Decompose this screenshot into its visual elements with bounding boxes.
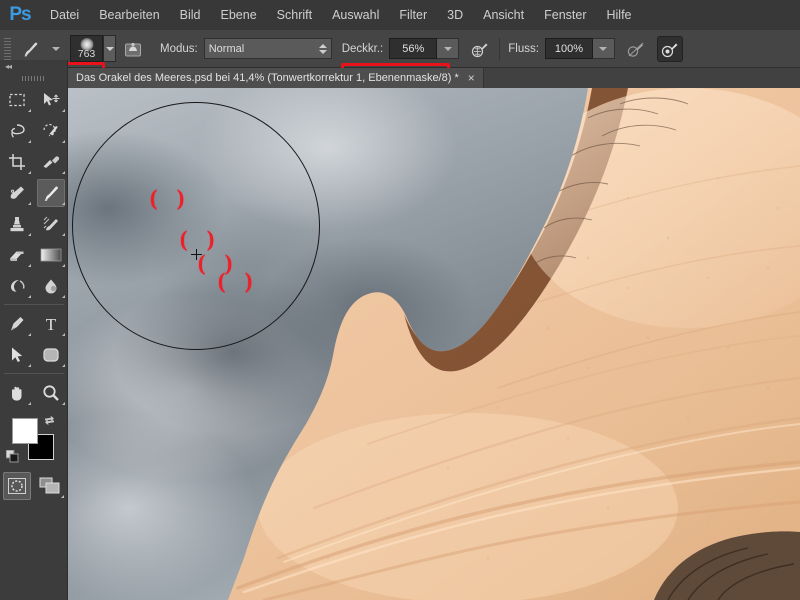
- opacity-dropdown-icon[interactable]: [437, 38, 460, 59]
- brush-size-value: 763: [77, 48, 96, 60]
- history-brush-icon: [37, 210, 65, 238]
- lasso-icon: [3, 117, 31, 145]
- tools-bottom-row: [0, 470, 67, 501]
- brush-preset-dropdown-icon[interactable]: [103, 35, 116, 62]
- default-colors-icon[interactable]: [5, 449, 19, 463]
- screen-mode-toggle[interactable]: [34, 470, 68, 501]
- sidebar-item-blur-tool[interactable]: [34, 270, 68, 301]
- sidebar-item-healing-brush-tool[interactable]: [0, 177, 34, 208]
- brush-panel-toggle-icon[interactable]: [116, 30, 150, 68]
- zoom-icon: [37, 379, 65, 407]
- menu-item-hilfe[interactable]: Hilfe: [597, 0, 642, 30]
- options-bar: 763 Modus: Normal Deckkr.: 56% Fluss: 10…: [0, 30, 800, 94]
- tools-divider-2: [4, 373, 64, 374]
- annotation-mark: ( ): [180, 226, 222, 251]
- airbrush-pressure-icon[interactable]: [467, 36, 493, 62]
- quick-selection-icon: [37, 117, 65, 145]
- flow-value[interactable]: 100%: [544, 38, 593, 59]
- rectangular-marquee-icon: [3, 86, 31, 114]
- shape-icon: [37, 341, 65, 369]
- clone-stamp-icon: [3, 210, 31, 238]
- mode-value: Normal: [208, 42, 245, 55]
- sidebar-item-brush-tool[interactable]: [34, 177, 68, 208]
- color-swatches: [0, 412, 68, 470]
- airbrush-on-icon[interactable]: [656, 35, 683, 62]
- tools-panel-gripper[interactable]: [0, 72, 67, 84]
- mode-spinner-icon[interactable]: [318, 43, 327, 54]
- type-icon: T: [37, 310, 65, 338]
- tools-panel: ◂◂ T: [0, 60, 68, 600]
- sidebar-item-eyedropper-tool[interactable]: [34, 146, 68, 177]
- flow-control[interactable]: 100%: [544, 38, 615, 59]
- image-canvas[interactable]: ( ) ( ) ( ) ( ): [68, 88, 800, 600]
- sidebar-item-lasso-tool[interactable]: [0, 115, 34, 146]
- menu-bar: Ps Datei Bearbeiten Bild Ebene Schrift A…: [0, 0, 800, 30]
- menu-item-auswahl[interactable]: Auswahl: [322, 0, 389, 30]
- menu-item-ebene[interactable]: Ebene: [211, 0, 267, 30]
- menu-item-ansicht[interactable]: Ansicht: [473, 0, 534, 30]
- close-icon[interactable]: ×: [468, 72, 475, 84]
- blur-icon: [37, 272, 65, 300]
- menu-item-filter[interactable]: Filter: [389, 0, 437, 30]
- sidebar-item-type-tool[interactable]: T: [34, 308, 68, 339]
- swap-colors-icon[interactable]: [43, 414, 56, 430]
- sidebar-item-clone-stamp-tool[interactable]: [0, 208, 34, 239]
- sidebar-item-dodge-tool[interactable]: [0, 270, 34, 301]
- quick-mask-icon: [2, 471, 31, 500]
- tools-divider: [4, 304, 64, 305]
- eyedropper-icon: [37, 148, 65, 176]
- menu-item-bild[interactable]: Bild: [170, 0, 211, 30]
- path-selection-icon: [3, 341, 31, 369]
- sidebar-item-history-brush-tool[interactable]: [34, 208, 68, 239]
- menu-item-fenster[interactable]: Fenster: [534, 0, 596, 30]
- hand-icon: [3, 379, 31, 407]
- eraser-icon: [3, 241, 31, 269]
- svg-text:T: T: [46, 315, 57, 334]
- mode-label: Modus:: [160, 42, 198, 55]
- sidebar-item-pen-tool[interactable]: [0, 308, 34, 339]
- menu-item-3d[interactable]: 3D: [437, 0, 473, 30]
- menu-item-datei[interactable]: Datei: [40, 0, 89, 30]
- options-divider: [499, 37, 501, 60]
- collapse-panel-icon[interactable]: ◂◂: [0, 60, 67, 72]
- annotation-mark: ( ): [150, 185, 192, 210]
- gradient-icon: [37, 241, 65, 269]
- document-tab[interactable]: Das Orakel des Meeres.psd bei 41,4% (Ton…: [68, 68, 484, 88]
- flow-label: Fluss:: [508, 42, 539, 55]
- foreground-color-swatch[interactable]: [12, 418, 38, 444]
- flow-dropdown-icon[interactable]: [592, 38, 615, 59]
- document-tab-title: Das Orakel des Meeres.psd bei 41,4% (Ton…: [76, 72, 459, 84]
- menu-item-bearbeiten[interactable]: Bearbeiten: [89, 0, 169, 30]
- move-icon: [37, 86, 65, 114]
- quick-mask-toggle[interactable]: [0, 470, 34, 501]
- photoshop-window: Ps Datei Bearbeiten Bild Ebene Schrift A…: [0, 0, 800, 600]
- sidebar-item-eraser-tool[interactable]: [0, 239, 34, 270]
- crop-icon: [3, 148, 31, 176]
- brush-icon: [37, 178, 65, 207]
- opacity-value[interactable]: 56%: [389, 38, 438, 59]
- menu-item-schrift[interactable]: Schrift: [267, 0, 322, 30]
- healing-brush-icon: [3, 179, 31, 207]
- sidebar-item-path-selection-tool[interactable]: [0, 339, 34, 370]
- photoshop-logo: Ps: [9, 4, 31, 25]
- tools-grid: T: [0, 84, 68, 408]
- sidebar-item-shape-tool[interactable]: [34, 339, 68, 370]
- annotation-mark: ( ): [218, 268, 260, 293]
- sidebar-item-hand-tool[interactable]: [0, 377, 34, 408]
- brush-preset-picker[interactable]: 763: [70, 35, 103, 62]
- sidebar-item-zoom-tool[interactable]: [34, 377, 68, 408]
- airbrush-off-icon[interactable]: [623, 36, 649, 62]
- opacity-control[interactable]: 56%: [389, 38, 460, 59]
- pen-icon: [3, 310, 31, 338]
- sidebar-item-gradient-tool[interactable]: [34, 239, 68, 270]
- sidebar-item-move-tool[interactable]: [34, 84, 68, 115]
- document-tab-bar: Das Orakel des Meeres.psd bei 41,4% (Ton…: [0, 68, 800, 88]
- dodge-icon: [3, 272, 31, 300]
- sidebar-item-quick-selection-tool[interactable]: [34, 115, 68, 146]
- opacity-label: Deckkr.:: [341, 42, 384, 55]
- sidebar-item-crop-tool[interactable]: [0, 146, 34, 177]
- mode-select[interactable]: Normal: [203, 38, 332, 59]
- sidebar-item-rectangular-marquee-tool[interactable]: [0, 84, 34, 115]
